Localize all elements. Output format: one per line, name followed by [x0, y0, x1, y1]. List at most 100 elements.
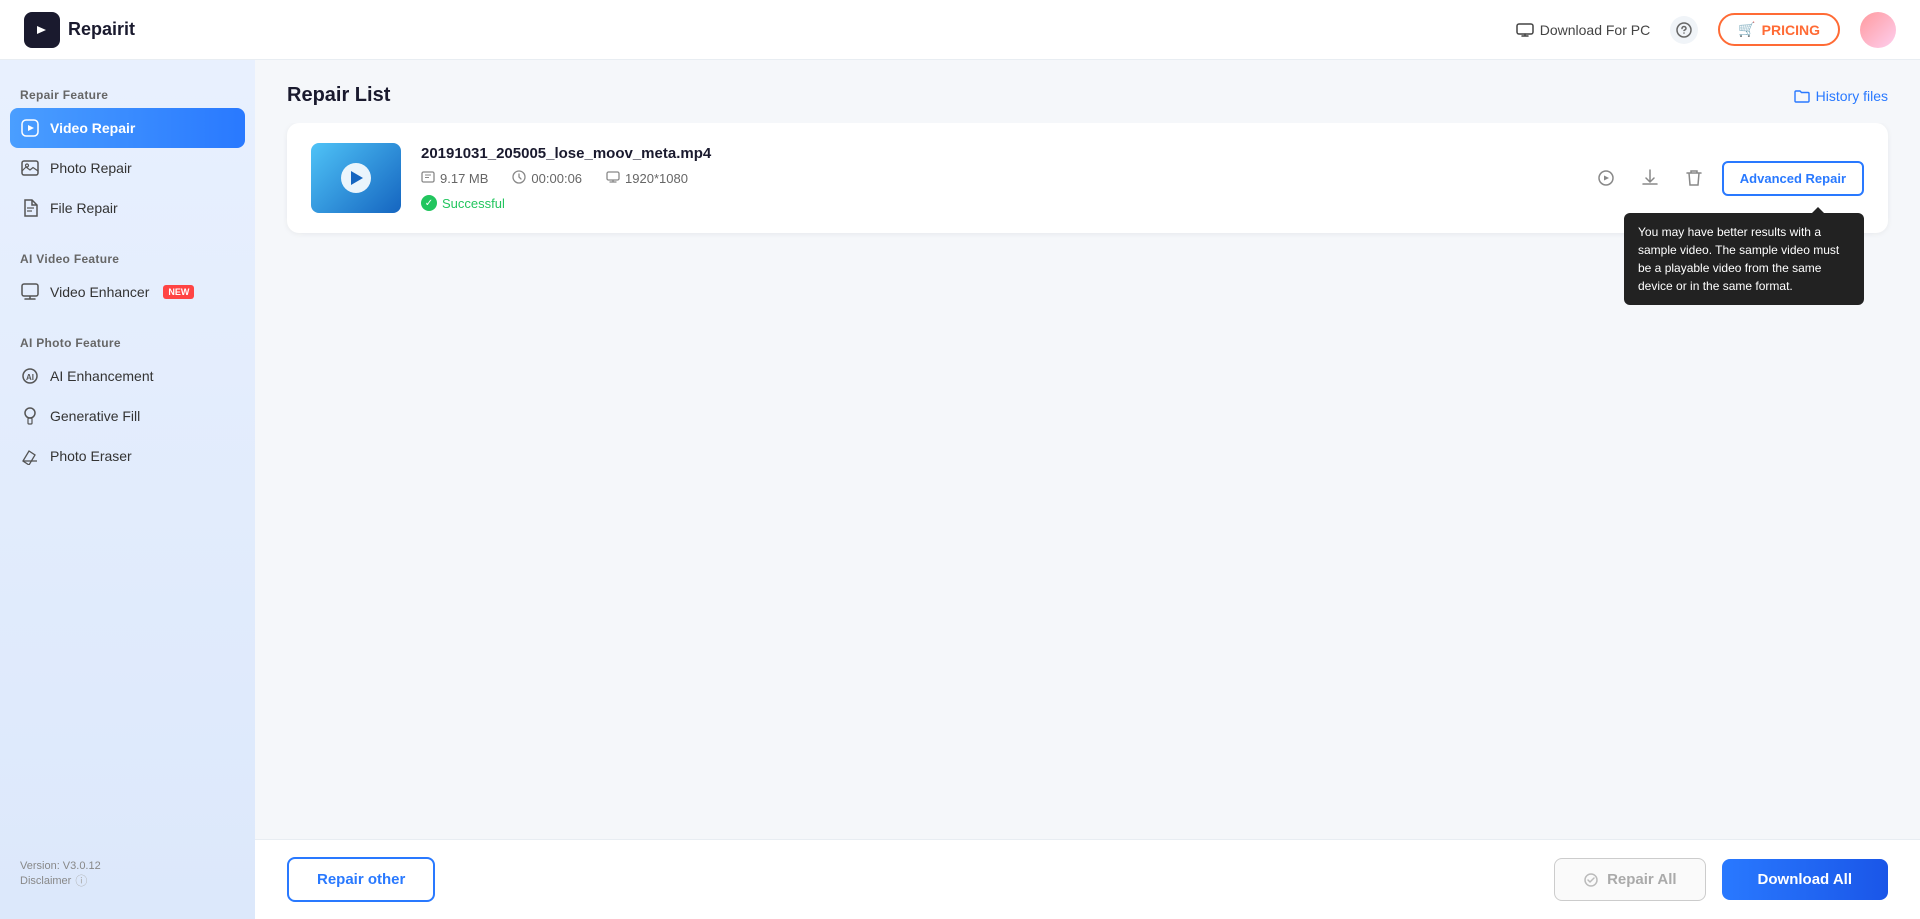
disclaimer-label: Disclaimer [20, 875, 71, 887]
video-repair-label: Video Repair [50, 120, 135, 136]
advanced-repair-button[interactable]: Advanced Repair [1722, 161, 1864, 196]
sidebar-bottom: Version: V3.0.12 Disclaimer ⓘ [0, 850, 255, 899]
play-triangle [351, 171, 363, 185]
download-pc-label: Download For PC [1540, 22, 1651, 38]
app-logo-icon [24, 12, 60, 48]
resolution-meta: 1920*1080 [606, 171, 688, 186]
trash-icon [1686, 169, 1702, 187]
success-check-icon: ✓ [421, 195, 437, 211]
logo-area: Repairit [24, 12, 135, 48]
page-title: Repair List [287, 84, 390, 107]
wand-icon [21, 283, 39, 301]
sidebar-item-ai-enhancement[interactable]: AI AI Enhancement [0, 356, 255, 396]
file-size-value: 9.17 MB [440, 171, 488, 186]
content-header: Repair List History files [255, 60, 1920, 123]
ai-enhancement-icon: AI [20, 366, 40, 386]
preview-button[interactable] [1590, 162, 1622, 194]
delete-button[interactable] [1678, 162, 1710, 194]
play-icon-thumb [341, 163, 371, 193]
folder-icon [1794, 89, 1810, 103]
status-text: Successful [442, 196, 505, 211]
user-avatar[interactable] [1860, 12, 1896, 48]
advanced-repair-tooltip: You may have better results with a sampl… [1624, 213, 1864, 305]
sidebar-item-file-repair[interactable]: File Repair [0, 188, 255, 228]
monitor-icon [1516, 23, 1534, 37]
file-size-icon [421, 170, 435, 187]
file-info: 20191031_205005_lose_moov_meta.mp4 9.17 … [421, 145, 1570, 211]
duration-value: 00:00:06 [531, 171, 582, 186]
pricing-button[interactable]: 🛒 PRICING [1718, 13, 1840, 46]
resolution-value: 1920*1080 [625, 171, 688, 186]
tooltip-text: You may have better results with a sampl… [1638, 225, 1839, 293]
bottom-right-actions: Repair All Download All [1554, 858, 1888, 901]
repair-other-button[interactable]: Repair other [287, 857, 435, 902]
topbar: Repairit Download For PC 🛒 PRICING [0, 0, 1920, 60]
bottom-bar: Repair other Repair All Download All [255, 839, 1920, 919]
cart-icon: 🛒 [1738, 21, 1755, 38]
content-area: Repair List History files 20191031 [255, 60, 1920, 919]
file-meta: 9.17 MB 00:00:06 [421, 170, 1570, 187]
ai-video-title: AI Video Feature [0, 244, 255, 272]
file-name: 20191031_205005_lose_moov_meta.mp4 [421, 145, 1570, 162]
sidebar-item-video-repair[interactable]: Video Repair [10, 108, 245, 148]
new-badge: NEW [163, 285, 194, 299]
ai-enhancement-label: AI Enhancement [50, 368, 154, 384]
history-files-label: History files [1816, 88, 1888, 104]
repair-all-icon [1583, 872, 1599, 888]
video-repair-icon [20, 118, 40, 138]
download-all-label: Download All [1758, 871, 1852, 888]
repair-feature-title: Repair Feature [0, 80, 255, 108]
help-icon [1676, 22, 1692, 38]
eraser-icon [21, 447, 39, 465]
clock-icon-svg [512, 170, 526, 184]
repair-all-label: Repair All [1607, 871, 1676, 888]
repair-item-card: 20191031_205005_lose_moov_meta.mp4 9.17 … [287, 123, 1888, 233]
ai-icon: AI [21, 367, 39, 385]
download-pc-button[interactable]: Download For PC [1516, 22, 1651, 38]
photo-eraser-icon [20, 446, 40, 466]
brush-icon [21, 407, 39, 425]
svg-text:AI: AI [26, 373, 34, 382]
help-button[interactable] [1670, 16, 1698, 44]
topbar-right: Download For PC 🛒 PRICING [1516, 12, 1896, 48]
photo-repair-icon [20, 158, 40, 178]
disclaimer-info-icon: ⓘ [75, 872, 87, 889]
status-badge: ✓ Successful [421, 195, 1570, 211]
monitor-small-icon [606, 171, 620, 186]
download-button[interactable] [1634, 162, 1666, 194]
version-label: Version: V3.0.12 [20, 860, 235, 872]
download-icon [1642, 169, 1658, 187]
file-repair-icon [20, 198, 40, 218]
history-files-button[interactable]: History files [1794, 88, 1888, 104]
sidebar: Repair Feature Video Repair Photo Repair [0, 60, 255, 919]
generative-fill-label: Generative Fill [50, 408, 140, 424]
pricing-label: PRICING [1762, 22, 1820, 38]
advanced-repair-label: Advanced Repair [1740, 171, 1846, 186]
disclaimer-row[interactable]: Disclaimer ⓘ [20, 872, 235, 889]
duration-meta: 00:00:06 [512, 170, 582, 187]
video-enhancer-label: Video Enhancer [50, 284, 149, 300]
image-icon [21, 159, 39, 177]
ai-photo-title: AI Photo Feature [0, 328, 255, 356]
sidebar-item-video-enhancer[interactable]: Video Enhancer NEW [0, 272, 255, 312]
file-thumbnail [311, 143, 401, 213]
sidebar-item-generative-fill[interactable]: Generative Fill [0, 396, 255, 436]
file-icon [22, 199, 38, 217]
download-all-button[interactable]: Download All [1722, 859, 1888, 900]
file-actions: Advanced Repair You may have better resu… [1590, 161, 1864, 196]
preview-icon [1597, 169, 1615, 187]
sidebar-item-photo-eraser[interactable]: Photo Eraser [0, 436, 255, 476]
repair-other-label: Repair other [317, 871, 405, 888]
repair-all-button[interactable]: Repair All [1554, 858, 1705, 901]
repair-list-area: 20191031_205005_lose_moov_meta.mp4 9.17 … [255, 123, 1920, 839]
size-icon [421, 170, 435, 184]
file-size-meta: 9.17 MB [421, 170, 488, 187]
sidebar-item-photo-repair[interactable]: Photo Repair [0, 148, 255, 188]
video-enhancer-icon [20, 282, 40, 302]
main-layout: Repair Feature Video Repair Photo Repair [0, 60, 1920, 919]
app-name: Repairit [68, 19, 135, 40]
clock-icon [512, 170, 526, 187]
generative-fill-icon [20, 406, 40, 426]
file-repair-label: File Repair [50, 200, 118, 216]
photo-repair-label: Photo Repair [50, 160, 132, 176]
